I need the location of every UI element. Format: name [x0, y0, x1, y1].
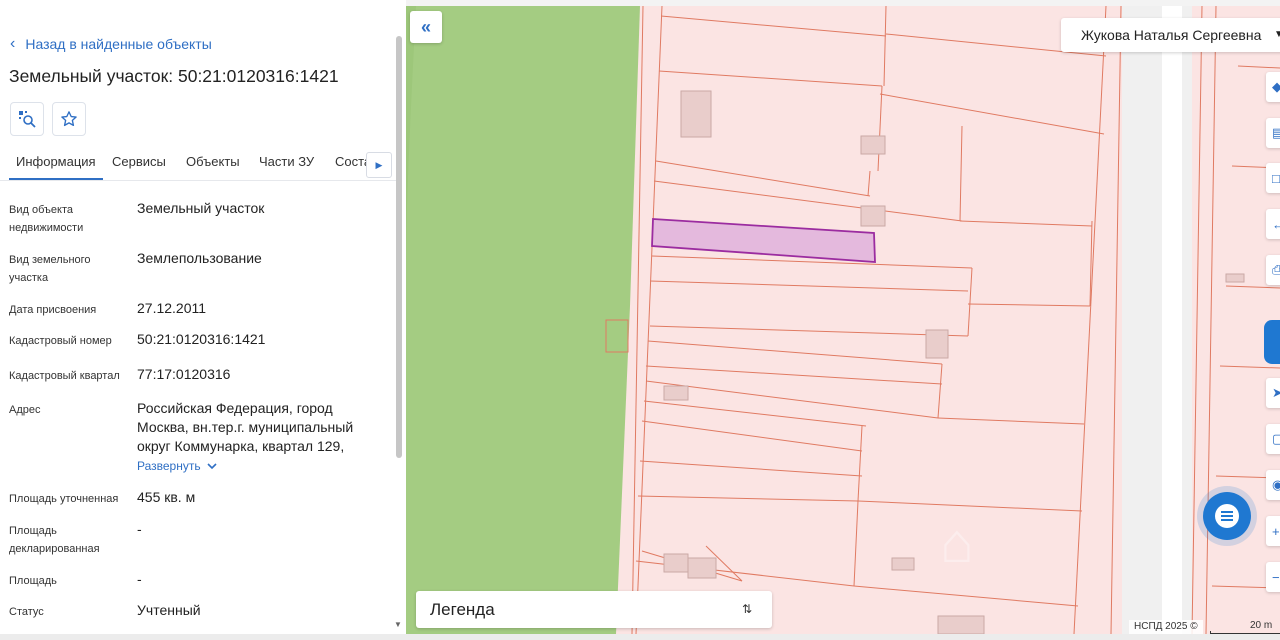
square-icon: ▢: [1272, 431, 1280, 446]
attr-value: -: [137, 521, 142, 537]
address-text: Российская Федерация, город Москва, вн.т…: [137, 400, 354, 454]
panel-scrollbar[interactable]: [396, 36, 402, 458]
attr-label: Кадастровый квартал: [9, 370, 120, 382]
attr-value: Землепользование: [137, 250, 262, 266]
layers-button[interactable]: ◆: [1266, 72, 1280, 102]
scale-label: 20 m: [1250, 620, 1273, 631]
attr-label: Вид земельного участка: [9, 254, 91, 284]
map-canvas[interactable]: [406, 6, 1280, 634]
select-area-icon: □: [1272, 170, 1280, 186]
attr-label: Кадастровый номер: [9, 335, 112, 347]
back-link-label: Назад в найденные объекты: [25, 36, 212, 52]
locate-on-map-button[interactable]: [10, 102, 44, 136]
page-title: Земельный участок: 50:21:0120316:1421: [9, 66, 339, 86]
road-lane: [1162, 6, 1182, 634]
legend-label: Легенда: [430, 600, 495, 619]
measure-icon: ↔: [1272, 216, 1280, 232]
taskbar-strip: [0, 634, 1280, 640]
attr-value: Учтенный: [137, 602, 201, 618]
cadastral-map[interactable]: [406, 6, 1280, 634]
expand-collapse-icon: ⇅: [742, 602, 753, 616]
ruler-button[interactable]: ▤: [1266, 118, 1280, 148]
tab-objects[interactable]: Объекты: [186, 146, 240, 178]
attr-value: Российская Федерация, город Москва, вн.т…: [137, 399, 369, 476]
measure-button[interactable]: ↔: [1266, 209, 1280, 239]
attr-label: Адрес: [9, 404, 41, 416]
chevron-left-icon: ‹: [10, 35, 16, 52]
attr-label: Статус: [9, 606, 44, 618]
plus-icon: +: [1272, 523, 1280, 539]
favorite-button[interactable]: [52, 102, 86, 136]
star-icon: [61, 111, 77, 127]
attr-value: 50:21:0120316:1421: [137, 331, 266, 347]
ruler-icon: ▤: [1272, 125, 1280, 140]
zoom-out-button[interactable]: −: [1266, 562, 1280, 592]
scroll-down-arrow-icon[interactable]: ▼: [394, 620, 402, 629]
attr-label: Площадь уточненная: [9, 493, 119, 505]
navigation-button[interactable]: ➤: [1266, 378, 1280, 408]
attr-value: 27.12.2011: [137, 300, 207, 316]
copyright-label: НСПД 2025 ©: [1129, 620, 1203, 634]
double-chevron-left-icon: «: [420, 16, 431, 37]
tabs-bar: Информация Сервисы Объекты Части ЗУ Сост…: [0, 146, 396, 181]
zoom-in-button[interactable]: +: [1266, 516, 1280, 546]
forest-area: [406, 6, 640, 634]
map-search-icon: [19, 111, 36, 128]
caret-down-icon: ▼: [1274, 29, 1280, 40]
attr-value: 455 кв. м: [137, 489, 196, 505]
screenshot-button[interactable]: ▢: [1266, 424, 1280, 454]
documents-button[interactable]: [1264, 320, 1280, 364]
layers-icon: ◆: [1272, 79, 1280, 94]
attr-value: Земельный участок: [137, 200, 265, 216]
tab-info[interactable]: Информация: [9, 146, 103, 180]
print-icon: ⎙: [1272, 262, 1280, 277]
attr-label: Вид объекта недвижимости: [9, 204, 84, 234]
expand-address-link[interactable]: Развернуть: [137, 457, 217, 476]
select-area-button[interactable]: □: [1266, 163, 1280, 193]
attr-label: Площадь декларированная: [9, 525, 100, 555]
tabs-scroll-right-button[interactable]: ▶: [366, 152, 392, 178]
chevron-down-icon: [207, 463, 217, 470]
triangle-right-icon: ▶: [375, 159, 383, 170]
chat-icon: [1215, 504, 1239, 528]
watermark-logo: ⌂: [940, 511, 976, 574]
location-button[interactable]: ◉: [1266, 470, 1280, 500]
tab-parts[interactable]: Части ЗУ: [259, 146, 314, 178]
user-name: Жукова Наталья Сергеевна: [1081, 27, 1262, 43]
user-menu[interactable]: Жукова Наталья Сергеевна ▼: [1061, 18, 1280, 52]
attr-label: Площадь: [9, 575, 57, 587]
minus-icon: −: [1272, 569, 1280, 585]
navigation-arrow-icon: ➤: [1272, 385, 1280, 400]
attr-value: 77:17:0120316: [137, 366, 231, 382]
back-to-results-link[interactable]: ‹ Назад в найденные объекты: [10, 33, 212, 55]
chat-button[interactable]: [1203, 492, 1251, 540]
attr-label: Дата присвоения: [9, 304, 97, 316]
attr-value: -: [137, 571, 142, 587]
legend-panel[interactable]: Легенда ⇅: [416, 591, 772, 628]
print-button[interactable]: ⎙: [1266, 255, 1280, 285]
tab-services[interactable]: Сервисы: [112, 146, 166, 178]
map-scale: 20 m: [1210, 620, 1280, 634]
pin-icon: ◉: [1272, 477, 1280, 492]
info-panel: ‹ Назад в найденные объекты Земельный уч…: [0, 0, 406, 640]
expand-label: Развернуть: [137, 459, 201, 473]
collapse-panel-button[interactable]: «: [410, 11, 442, 43]
